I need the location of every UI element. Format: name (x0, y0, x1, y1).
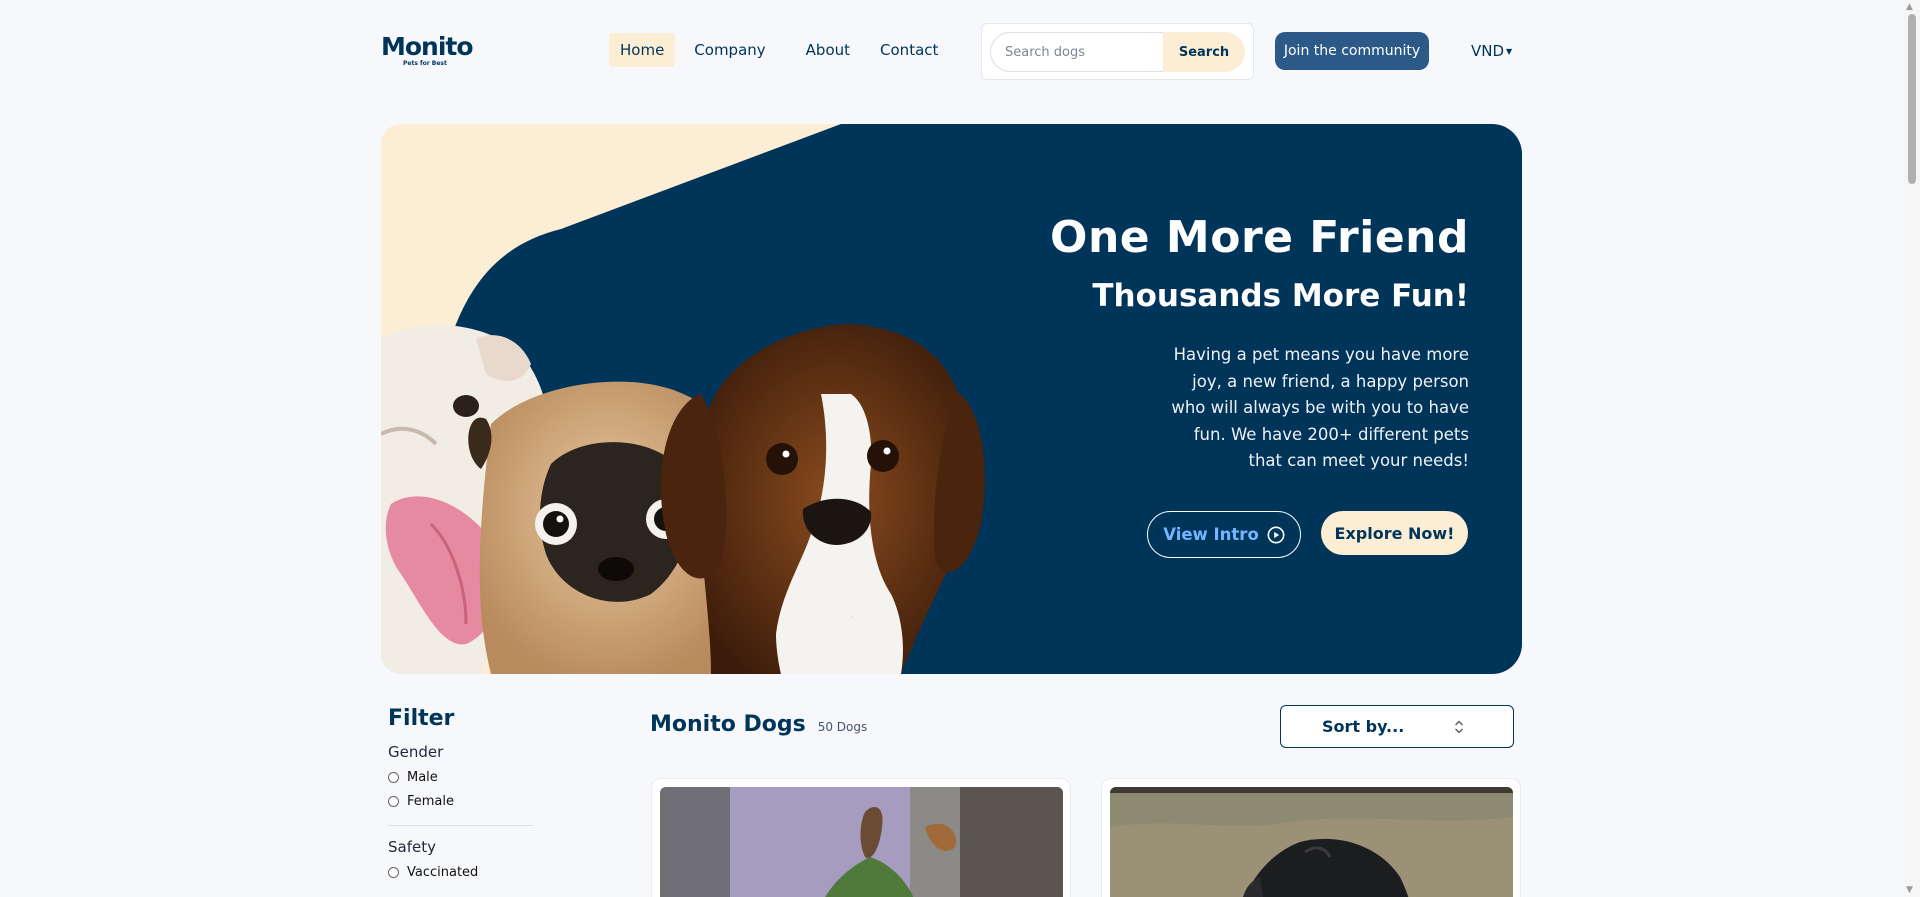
product-card[interactable] (651, 778, 1071, 897)
products-count: 50 Dogs (817, 720, 868, 734)
search-button[interactable]: Search (1163, 32, 1245, 72)
filter-divider (388, 825, 533, 826)
view-intro-button[interactable]: View Intro (1147, 511, 1301, 558)
logo-tagline: Pets for Best (403, 60, 447, 67)
products-header: Monito Dogs 50 Dogs (650, 712, 867, 737)
filter-option-female[interactable]: Female (388, 794, 533, 809)
logo[interactable]: Monito Pets for Best (381, 32, 474, 74)
page-scrollbar[interactable]: ▲ ▼ (1903, 0, 1920, 897)
product-image[interactable] (1110, 787, 1513, 897)
logo-wordmark: Monito (381, 32, 474, 61)
view-intro-label: View Intro (1163, 525, 1259, 544)
join-community-button[interactable]: Join the community (1275, 32, 1429, 70)
play-circle-icon (1267, 526, 1285, 543)
filter-option-label: Male (407, 770, 438, 785)
hero-subtitle: Thousands More Fun! (1092, 278, 1469, 314)
filter-option-label: Female (407, 794, 455, 809)
explore-now-button[interactable]: Explore Now! (1321, 511, 1468, 555)
nav-about[interactable]: About (795, 33, 861, 67)
filter-group-gender: Gender (388, 743, 444, 761)
filter-title: Filter (388, 706, 455, 731)
nav-company[interactable]: Company (683, 33, 776, 67)
filter-option-label: Vaccinated (407, 865, 479, 880)
hero-title: One More Friend (1050, 212, 1469, 263)
sort-arrows-icon (1455, 720, 1463, 734)
product-card[interactable] (1101, 778, 1521, 897)
search-form: Search (981, 23, 1254, 80)
search-input[interactable] (990, 32, 1163, 72)
filter-sidebar: Filter Gender Male Female Safety Vaccina… (388, 706, 533, 880)
currency-dropdown[interactable]: VND ▼ (1471, 32, 1512, 70)
currency-label: VND (1471, 42, 1505, 60)
scroll-up-icon[interactable]: ▲ (1906, 2, 1913, 12)
scroll-thumb[interactable] (1908, 14, 1916, 184)
site-header: Monito Pets for Best Home Company About … (381, 22, 1521, 82)
filter-group-safety: Safety (388, 838, 436, 856)
sort-label: Sort by... (1322, 717, 1405, 736)
filter-option-male[interactable]: Male (388, 770, 533, 785)
product-image[interactable] (660, 787, 1063, 897)
svg-text:.: . (851, 612, 853, 619)
products-title: Monito Dogs (650, 712, 806, 737)
caret-down-icon: ▼ (1506, 47, 1513, 56)
nav-contact[interactable]: Contact (869, 33, 949, 67)
radio-vaccinated[interactable] (388, 867, 399, 878)
radio-male[interactable] (388, 772, 399, 783)
hero-description: Having a pet means you have more joy, a … (1171, 345, 1469, 470)
scroll-down-icon[interactable]: ▼ (1906, 885, 1913, 895)
radio-female[interactable] (388, 796, 399, 807)
sort-select[interactable]: Sort by... (1280, 705, 1514, 748)
hero-banner: . One More Friend Thousands More Fun! Ha… (381, 124, 1522, 674)
main-nav: Home Company About Contact (609, 33, 949, 67)
nav-home[interactable]: Home (609, 33, 676, 67)
filter-option-vaccinated[interactable]: Vaccinated (388, 865, 533, 880)
